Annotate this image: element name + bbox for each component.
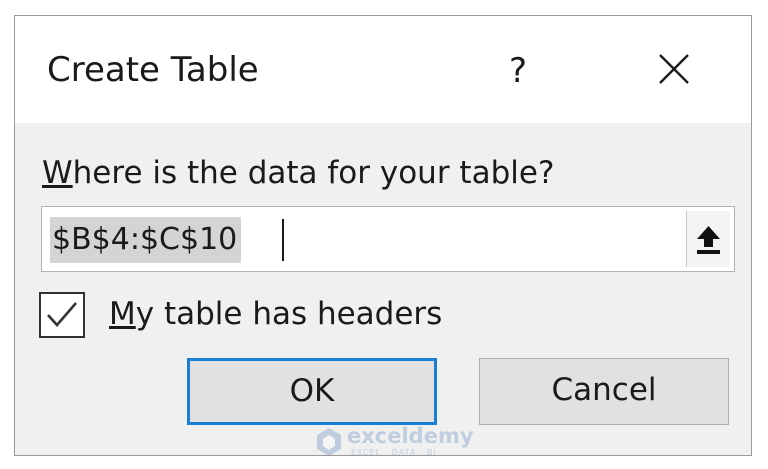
range-input-value[interactable]: $B$4:$C$10	[50, 217, 242, 263]
range-input-field[interactable]: $B$4:$C$10	[41, 206, 735, 272]
headers-checkbox-label[interactable]: My table has headers	[109, 294, 442, 334]
headers-checkbox-accelerator: M	[109, 296, 136, 332]
checkmark-icon	[47, 302, 77, 327]
dialog-title: Create Table	[47, 50, 259, 90]
exceldemy-logo-icon	[317, 428, 341, 455]
text-caret	[282, 219, 284, 261]
dialog-title-bar: Create Table ?	[15, 16, 751, 123]
range-prompt-label: Where is the data for your table?	[42, 154, 554, 192]
watermark-name: exceldemy	[347, 424, 474, 448]
ok-button[interactable]: OK	[187, 358, 437, 425]
help-button[interactable]: ?	[493, 46, 543, 96]
range-prompt-accelerator: W	[42, 155, 73, 191]
close-button[interactable]	[641, 44, 707, 98]
close-icon	[659, 54, 689, 84]
headers-checkbox[interactable]	[39, 292, 85, 338]
collapse-dialog-icon	[697, 226, 720, 254]
create-table-dialog: Create Table ? Where is the data for you…	[14, 15, 752, 456]
collapse-dialog-button[interactable]	[686, 211, 730, 267]
watermark-tagline: EXCEL · DATA · BI	[351, 448, 437, 456]
cancel-button[interactable]: Cancel	[479, 358, 729, 425]
headers-checkbox-text: y table has headers	[135, 296, 443, 332]
range-prompt-text: here is the data for your table?	[72, 155, 555, 191]
